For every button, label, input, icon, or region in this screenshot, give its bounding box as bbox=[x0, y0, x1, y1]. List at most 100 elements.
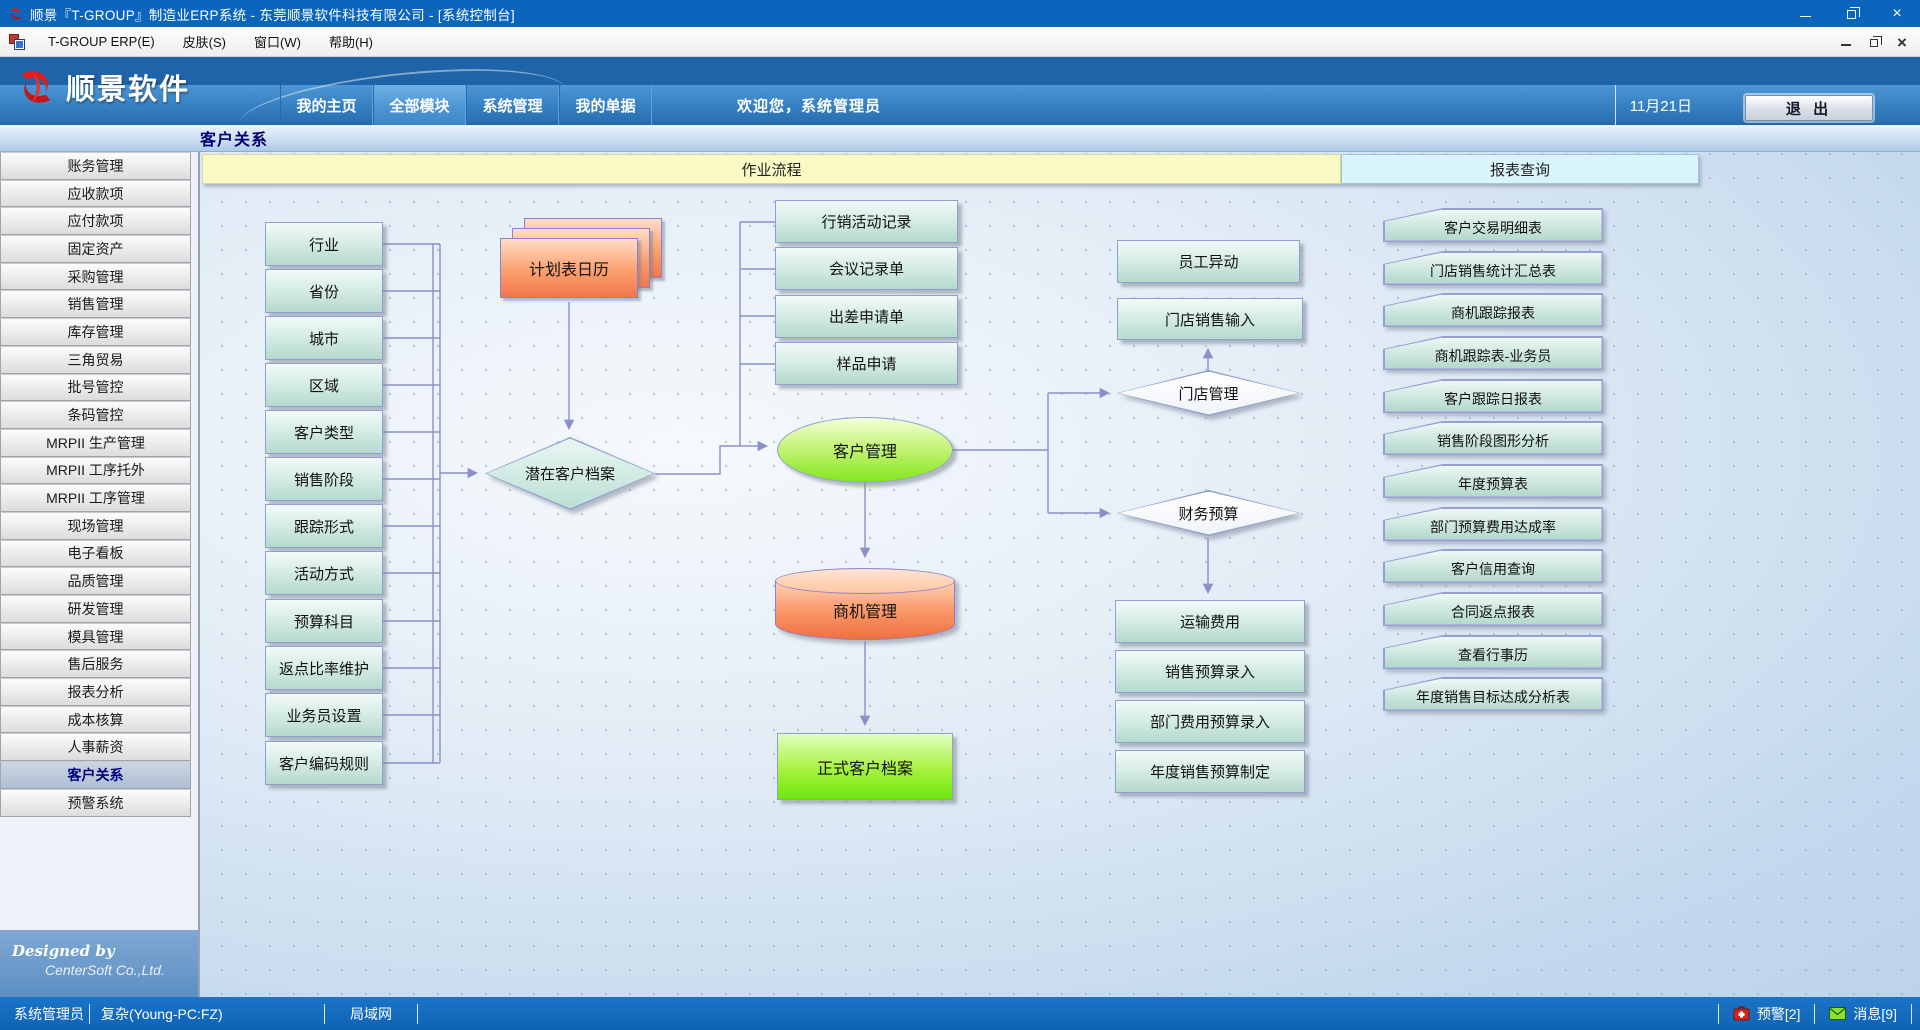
flow-node-meeting-record[interactable]: 会议记录单 bbox=[775, 247, 958, 290]
sidebar-item-inventory[interactable]: 库存管理 bbox=[0, 318, 191, 346]
status-alerts[interactable]: 预警[2] bbox=[1718, 1004, 1815, 1024]
alert-kit-icon bbox=[1733, 1006, 1750, 1021]
app-header: 顺景软件 我的主页 全部模块 系统管理 我的单据 欢迎您，系统管理员 11月21… bbox=[0, 57, 1920, 125]
shunjing-logo-icon bbox=[14, 65, 58, 109]
report-opportunity-tracking[interactable]: 商机跟踪报表 bbox=[1383, 293, 1603, 327]
sidebar-item-costing[interactable]: 成本核算 bbox=[0, 706, 191, 734]
flow-node-potential-customer[interactable]: 潜在客户档案 bbox=[485, 437, 655, 510]
menu-bar: T-GROUP ERP(E) 皮肤(S) 窗口(W) 帮助(H) × bbox=[0, 27, 1920, 57]
sidebar-item-accounting[interactable]: 账务管理 bbox=[0, 152, 191, 180]
tab-my-documents[interactable]: 我的单据 bbox=[559, 85, 652, 125]
sidebar-item-purchasing[interactable]: 采购管理 bbox=[0, 263, 191, 291]
flow-node-sales-stage[interactable]: 销售阶段 bbox=[265, 457, 383, 501]
flow-node-store-management[interactable]: 门店管理 bbox=[1117, 370, 1300, 416]
flow-node-opportunity-management[interactable]: 商机管理 bbox=[775, 568, 955, 640]
flow-node-region[interactable]: 区域 bbox=[265, 363, 383, 407]
menu-skin[interactable]: 皮肤(S) bbox=[169, 27, 240, 56]
report-dept-budget-achievement[interactable]: 部门预算费用达成率 bbox=[1383, 507, 1603, 541]
status-tail bbox=[1911, 1004, 1920, 1024]
sidebar-item-barcode-control[interactable]: 条码管控 bbox=[0, 401, 191, 429]
tab-system-management[interactable]: 系统管理 bbox=[466, 85, 559, 125]
flow-node-customer-management[interactable]: 客户管理 bbox=[777, 417, 953, 483]
sidebar-item-mrp2-outsourcing[interactable]: MRPII 工序托外 bbox=[0, 457, 191, 485]
sidebar-item-lot-control[interactable]: 批号管控 bbox=[0, 374, 191, 402]
flow-node-plan-calendar[interactable]: 计划表日历 bbox=[500, 218, 664, 300]
app-body: 账务管理 应收款项 应付款项 固定资产 采购管理 销售管理 库存管理 三角贸易 … bbox=[0, 152, 1920, 997]
status-network: 局域网 bbox=[325, 1004, 418, 1024]
flow-node-annual-sales-budget[interactable]: 年度销售预算制定 bbox=[1115, 750, 1305, 793]
header-tabs: 我的主页 全部模块 系统管理 我的单据 bbox=[280, 85, 652, 125]
flow-node-sales-budget-entry[interactable]: 销售预算录入 bbox=[1115, 650, 1305, 693]
sidebar-item-rnd[interactable]: 研发管理 bbox=[0, 595, 191, 623]
sidebar-item-mrp2-process[interactable]: MRPII 工序管理 bbox=[0, 484, 191, 512]
flow-node-city[interactable]: 城市 bbox=[265, 316, 383, 360]
report-customer-transaction-detail[interactable]: 客户交易明细表 bbox=[1383, 208, 1603, 242]
report-annual-sales-target-analysis[interactable]: 年度销售目标达成分析表 bbox=[1383, 677, 1603, 711]
workflow-section-header: 作业流程 bbox=[202, 154, 1341, 184]
message-envelope-icon bbox=[1829, 1007, 1846, 1020]
mdi-minimize-button[interactable] bbox=[1834, 31, 1858, 53]
mdi-controls: × bbox=[1834, 27, 1914, 57]
status-messages[interactable]: 消息[9] bbox=[1814, 1004, 1911, 1024]
window-restore-button[interactable] bbox=[1828, 0, 1874, 27]
flow-node-business-trip[interactable]: 出差申请单 bbox=[775, 295, 958, 338]
flow-node-activity-method[interactable]: 活动方式 bbox=[265, 551, 383, 595]
flow-node-finance-budget[interactable]: 财务预算 bbox=[1117, 490, 1300, 536]
report-customer-tracking-daily[interactable]: 客户跟踪日报表 bbox=[1383, 379, 1603, 413]
flow-node-dept-expense-budget[interactable]: 部门费用预算录入 bbox=[1115, 700, 1305, 743]
flow-node-budget-subject[interactable]: 预算科目 bbox=[265, 599, 383, 643]
flow-node-salesman-setup[interactable]: 业务员设置 bbox=[265, 693, 383, 737]
mdi-close-button[interactable]: × bbox=[1890, 31, 1914, 53]
flow-node-customer-type[interactable]: 客户类型 bbox=[265, 410, 383, 454]
mdi-child-icon bbox=[9, 34, 24, 49]
sidebar-item-after-sales[interactable]: 售后服务 bbox=[0, 650, 191, 678]
flow-node-sample-request[interactable]: 样品申请 bbox=[775, 342, 958, 385]
exit-button[interactable]: 退 出 bbox=[1745, 95, 1873, 121]
report-opportunity-tracking-salesman[interactable]: 商机跟踪表-业务员 bbox=[1383, 336, 1603, 370]
tab-my-home[interactable]: 我的主页 bbox=[280, 85, 373, 125]
menu-help[interactable]: 帮助(H) bbox=[315, 27, 387, 56]
flow-node-province[interactable]: 省份 bbox=[265, 269, 383, 313]
menu-window[interactable]: 窗口(W) bbox=[240, 27, 315, 56]
mdi-restore-button[interactable] bbox=[1862, 31, 1886, 53]
flow-node-employee-change[interactable]: 员工异动 bbox=[1117, 240, 1300, 283]
flow-node-tracking-form[interactable]: 跟踪形式 bbox=[265, 504, 383, 548]
flow-node-customer-code-rule[interactable]: 客户编码规则 bbox=[265, 741, 383, 785]
report-annual-budget[interactable]: 年度预算表 bbox=[1383, 464, 1603, 498]
sidebar-item-sales[interactable]: 销售管理 bbox=[0, 290, 191, 318]
sidebar-item-customer-relations[interactable]: 客户关系 bbox=[0, 761, 191, 789]
sidebar-item-fixed-assets[interactable]: 固定资产 bbox=[0, 235, 191, 263]
flow-node-transport-cost[interactable]: 运输费用 bbox=[1115, 600, 1305, 643]
flowchart-canvas: 作业流程 报表查询 行业 省份 城市 区域 客户类型 销售阶段 跟踪形式 活动方… bbox=[200, 152, 1920, 997]
flow-node-store-sales-input[interactable]: 门店销售输入 bbox=[1117, 298, 1303, 340]
tab-all-modules[interactable]: 全部模块 bbox=[373, 85, 466, 125]
flow-node-rebate-rate[interactable]: 返点比率维护 bbox=[265, 646, 383, 690]
sidebar-item-hr-payroll[interactable]: 人事薪资 bbox=[0, 733, 191, 761]
sidebar-item-shopfloor[interactable]: 现场管理 bbox=[0, 512, 191, 540]
menu-tgroup-erp[interactable]: T-GROUP ERP(E) bbox=[34, 27, 169, 56]
brand-logo: 顺景软件 bbox=[14, 65, 190, 109]
sidebar-item-receivables[interactable]: 应收款项 bbox=[0, 180, 191, 208]
report-customer-credit-query[interactable]: 客户信用查询 bbox=[1383, 549, 1603, 583]
sidebar-item-payables[interactable]: 应付款项 bbox=[0, 207, 191, 235]
sidebar-item-mrp2-production[interactable]: MRPII 生产管理 bbox=[0, 429, 191, 457]
sidebar-item-alert-system[interactable]: 预警系统 bbox=[0, 789, 191, 817]
report-contract-rebate[interactable]: 合同返点报表 bbox=[1383, 592, 1603, 626]
sidebar-item-report-analysis[interactable]: 报表分析 bbox=[0, 678, 191, 706]
sidebar-item-kanban[interactable]: 电子看板 bbox=[0, 540, 191, 568]
flow-node-formal-customer[interactable]: 正式客户档案 bbox=[777, 733, 953, 800]
report-store-sales-summary[interactable]: 门店销售统计汇总表 bbox=[1383, 251, 1603, 285]
window-minimize-button[interactable] bbox=[1782, 0, 1828, 27]
report-sales-stage-graph[interactable]: 销售阶段图形分析 bbox=[1383, 421, 1603, 455]
window-title: 顺景『T-GROUP』制造业ERP系统 - 东莞顺景软件科技有限公司 - [系统… bbox=[30, 4, 515, 24]
module-sidebar: 账务管理 应收款项 应付款项 固定资产 采购管理 销售管理 库存管理 三角贸易 … bbox=[0, 152, 200, 997]
flow-node-industry[interactable]: 行业 bbox=[265, 222, 383, 266]
sidebar-item-quality[interactable]: 品质管理 bbox=[0, 567, 191, 595]
report-view-calendar[interactable]: 查看行事历 bbox=[1383, 635, 1603, 669]
close-icon: × bbox=[1892, 6, 1901, 22]
flow-node-marketing-activity[interactable]: 行销活动记录 bbox=[775, 200, 958, 243]
sidebar-item-triangle-trade[interactable]: 三角贸易 bbox=[0, 346, 191, 374]
sidebar-item-mold[interactable]: 模具管理 bbox=[0, 623, 191, 651]
window-close-button[interactable]: × bbox=[1874, 0, 1920, 27]
designed-by-text: Designed by bbox=[12, 942, 198, 960]
